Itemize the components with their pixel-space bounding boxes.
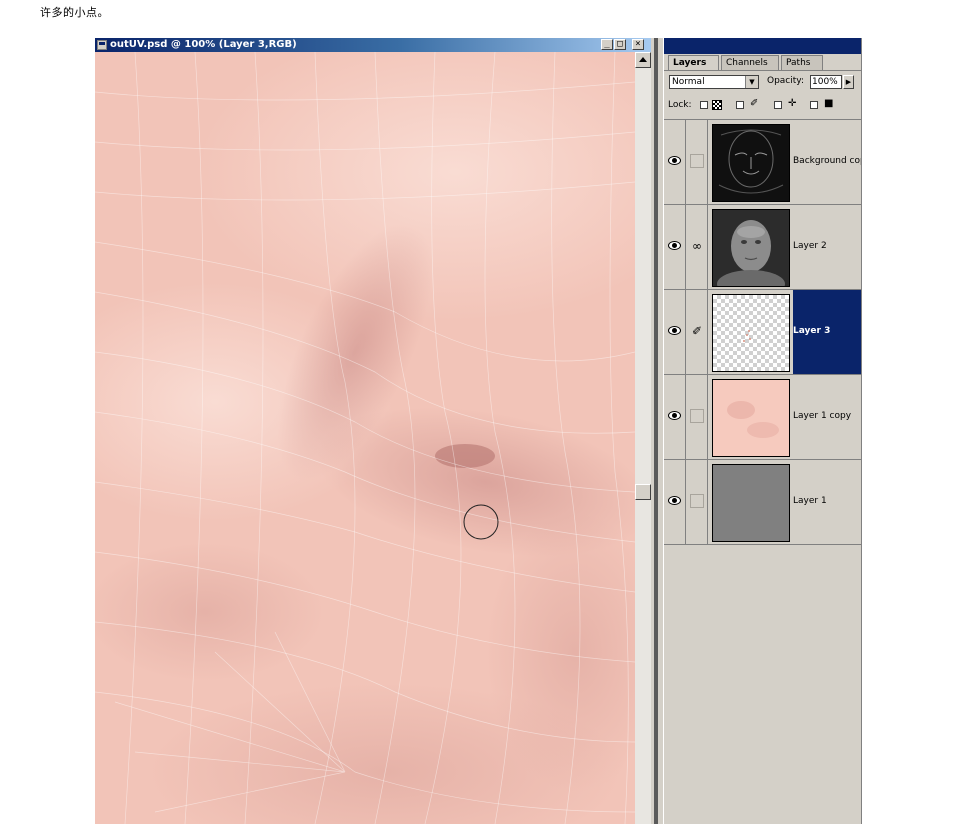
layers-palette: Layers Channels Paths Normal ▼ Opacity: … bbox=[664, 38, 862, 824]
eye-icon[interactable] bbox=[668, 411, 681, 420]
visibility-toggle[interactable] bbox=[664, 120, 686, 204]
layer-row[interactable]: Layer 1 bbox=[664, 460, 861, 545]
maximize-button[interactable]: □ bbox=[614, 39, 626, 50]
chevron-down-icon[interactable]: ▼ bbox=[745, 76, 758, 88]
visibility-toggle[interactable] bbox=[664, 460, 686, 544]
palette-tabs: Layers Channels Paths bbox=[668, 55, 861, 71]
minimize-button[interactable]: _ bbox=[601, 39, 613, 50]
document-window: outUV.psd @ 100% (Layer 3,RGB) _ □ × bbox=[95, 38, 651, 824]
lock-position-checkbox[interactable] bbox=[774, 101, 782, 109]
lock-icon: ■ bbox=[824, 98, 834, 109]
lock-label: Lock: bbox=[668, 100, 692, 110]
layer-name[interactable]: Layer 1 bbox=[793, 496, 827, 507]
tab-channels[interactable]: Channels bbox=[721, 55, 779, 70]
tab-paths[interactable]: Paths bbox=[781, 55, 823, 70]
close-button[interactable]: × bbox=[632, 39, 644, 50]
layer-row[interactable]: ✐ Layer 3 bbox=[664, 290, 861, 375]
layer-row[interactable]: ∞ Layer 2 bbox=[664, 205, 861, 290]
layer-thumbnail bbox=[712, 294, 790, 372]
lock-image-checkbox[interactable] bbox=[736, 101, 744, 109]
layer-name[interactable]: Layer 1 copy bbox=[793, 411, 851, 422]
link-toggle[interactable] bbox=[686, 120, 708, 204]
lock-all-checkbox[interactable] bbox=[810, 101, 818, 109]
layer-name[interactable]: Background copy bbox=[793, 156, 861, 167]
workspace-divider bbox=[651, 38, 663, 824]
link-toggle[interactable] bbox=[686, 460, 708, 544]
lock-transparency-checkbox[interactable] bbox=[700, 101, 708, 109]
eye-icon[interactable] bbox=[668, 156, 681, 165]
lock-transparency-icon bbox=[712, 100, 722, 110]
layer-thumbnail bbox=[712, 124, 790, 202]
link-box[interactable] bbox=[690, 154, 704, 168]
document-title: outUV.psd @ 100% (Layer 3,RGB) bbox=[110, 39, 297, 50]
visibility-toggle[interactable] bbox=[664, 205, 686, 289]
layer-name[interactable]: Layer 3 bbox=[793, 326, 830, 337]
link-toggle[interactable]: ∞ bbox=[686, 205, 708, 289]
brush-icon[interactable]: ✐ bbox=[689, 323, 705, 339]
opacity-label: Opacity: bbox=[767, 76, 804, 86]
move-icon: ✛ bbox=[788, 98, 797, 109]
eye-icon[interactable] bbox=[668, 326, 681, 335]
layer-name[interactable]: Layer 2 bbox=[793, 241, 827, 252]
blend-mode-value: Normal bbox=[672, 77, 705, 87]
opacity-input[interactable]: 100% bbox=[810, 75, 842, 89]
layer-thumbnail bbox=[712, 379, 790, 457]
document-titlebar[interactable]: outUV.psd @ 100% (Layer 3,RGB) _ □ × bbox=[95, 38, 651, 52]
link-box[interactable] bbox=[690, 409, 704, 423]
chain-link-icon[interactable]: ∞ bbox=[689, 238, 705, 254]
opacity-slider-arrow-icon[interactable]: ▶ bbox=[843, 75, 854, 89]
page-caption: 许多的小点。 bbox=[40, 6, 109, 19]
layer-thumbnail bbox=[712, 209, 790, 287]
image-canvas[interactable] bbox=[95, 52, 635, 824]
link-toggle[interactable]: ✐ bbox=[686, 290, 708, 374]
layer-thumbnail bbox=[712, 464, 790, 542]
tab-layers[interactable]: Layers bbox=[668, 55, 719, 71]
link-box[interactable] bbox=[690, 494, 704, 508]
visibility-toggle[interactable] bbox=[664, 375, 686, 459]
eye-icon[interactable] bbox=[668, 241, 681, 250]
blend-mode-select[interactable]: Normal ▼ bbox=[669, 75, 759, 89]
tab-divider bbox=[664, 70, 861, 71]
vertical-scrollbar[interactable] bbox=[635, 52, 651, 824]
document-icon[interactable] bbox=[97, 40, 107, 50]
palette-titlebar[interactable] bbox=[664, 38, 861, 54]
link-toggle[interactable] bbox=[686, 375, 708, 459]
layer-row[interactable]: Background copy bbox=[664, 120, 861, 205]
scroll-up-arrow-icon[interactable] bbox=[635, 52, 651, 68]
visibility-toggle[interactable] bbox=[664, 290, 686, 374]
layer-row[interactable]: Layer 1 copy bbox=[664, 375, 861, 460]
eye-icon[interactable] bbox=[668, 496, 681, 505]
scroll-thumb[interactable] bbox=[635, 484, 651, 500]
brush-icon: ✐ bbox=[750, 98, 759, 109]
